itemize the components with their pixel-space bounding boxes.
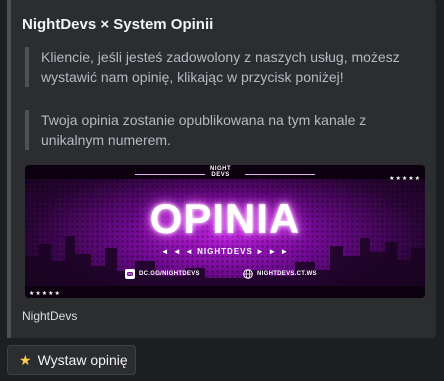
- embed-title: NightDevs × System Opinii: [22, 16, 214, 33]
- website-link: NIGHTDEVS.CT.WS: [243, 269, 317, 279]
- nightdevs-logo: NIGHT DEVS: [210, 166, 232, 178]
- leave-review-button[interactable]: ★ Wystaw opinię: [7, 345, 136, 375]
- blockquote-note: Twoja opinia zostanie opublikowana na ty…: [25, 110, 421, 150]
- discord-link: DC.GG/NIGHTDEVS: [125, 269, 200, 279]
- stars-bottom-left: ★★★★★: [29, 291, 61, 297]
- stars-top-right: ★★★★★: [389, 176, 421, 182]
- globe-icon: [243, 269, 253, 279]
- blockquote-info: Kliencie, jeśli jesteś zadowolony z nasz…: [25, 47, 421, 87]
- opinion-banner-image[interactable]: NIGHT DEVS ★★★★★ OPINIA ◄ ◄ ◄ NIGHTDEVS …: [25, 165, 425, 298]
- banner-heading: OPINIA: [149, 195, 301, 242]
- embed-card: NightDevs × System Opinii Kliencie, jeśl…: [7, 0, 436, 338]
- leave-review-label: Wystaw opinię: [37, 352, 128, 368]
- banner-subheading: ◄ ◄ ◄ NIGHTDEVS ► ► ►: [160, 247, 290, 256]
- star-icon: ★: [19, 352, 32, 368]
- banner-bottom-bar: [25, 286, 425, 298]
- embed-footer: NightDevs: [22, 309, 78, 323]
- discord-icon: [125, 269, 135, 279]
